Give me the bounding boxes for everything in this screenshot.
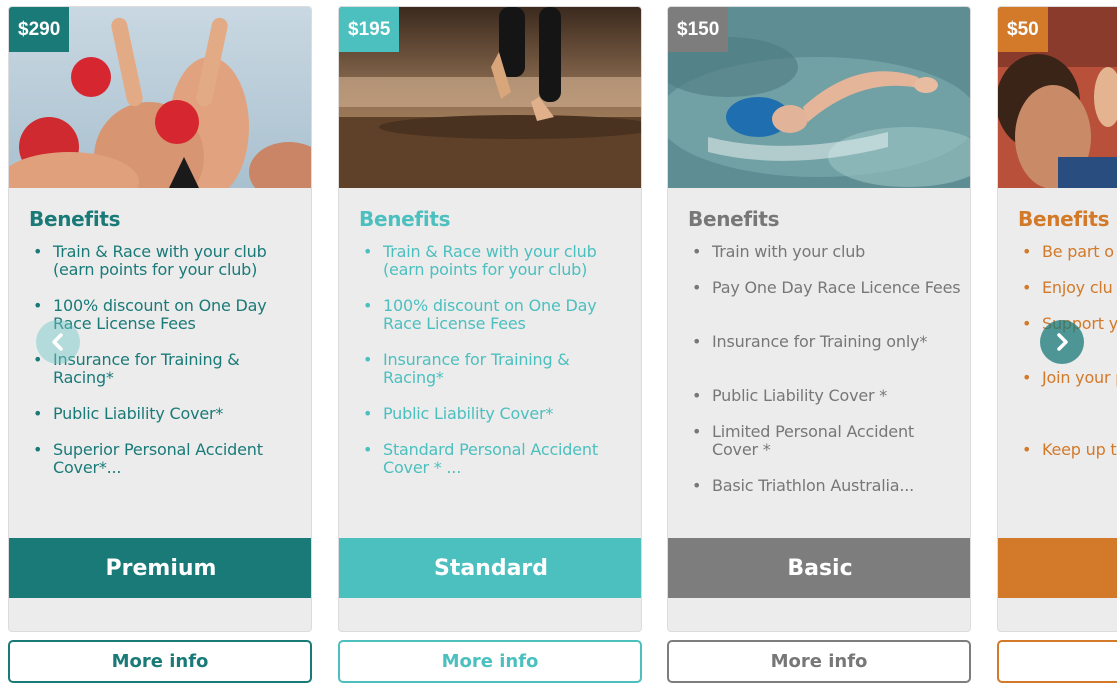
benefit-item: • Standard Personal Accident Cover * ... [363,440,598,477]
carousel-next-button[interactable] [1040,320,1084,364]
plan-panel: $195 Benefits • Train & Race with your cl… [338,6,642,632]
price-badge: $195 [339,7,400,52]
chevron-right-icon [1057,333,1068,351]
benefits-list: • Train & Race with your club (earn point… [359,243,634,495]
membership-carousel: $290 Benefits • Train & Race with your cl… [0,0,1117,683]
price-badge: $50 [998,7,1048,52]
benefit-item: • Insurance for Training only* [692,332,928,351]
benefits-heading: Benefits [1018,207,1110,231]
carousel-prev-button[interactable] [36,320,80,364]
plan-panel: $150 Benefits • Train with your club • Pay… [667,6,971,632]
benefit-item: • Train & Race with your club (earn point… [363,242,597,279]
benefit-item: • Public Liability Cover* [33,404,224,423]
more-info-button[interactable]: More info [8,640,312,683]
benefits-heading: Benefits [29,207,121,231]
plan-panel: $50 Benefits •Be part o •Enjoy clu •Supp… [997,6,1117,632]
benefit-item: • Insurance for Training & Racing* [363,350,570,387]
benefit-item: • Pay One Day Race Licence Fees [692,278,961,297]
benefit-item: • Be part o [1022,242,1114,261]
benefits-list: • Train & Race with your club (earn point… [29,243,304,495]
benefit-item: • Train with your club [692,242,866,261]
benefit-item: • Enjoy clu [1022,278,1113,297]
more-info-button[interactable]: More info [667,640,971,683]
benefit-item: • Basic Triathlon Australia... [692,476,915,495]
tier-label[interactable]: Standard [339,538,641,598]
plan-card-basic: $150 Benefits • Train with your club • Pay… [667,6,971,683]
more-info-button[interactable]: More info [338,640,642,683]
benefit-item: •Keep up things tri access to [1022,440,1117,459]
benefit-item: • Public Liability Cover * [692,386,888,405]
benefit-item: • Train & Race with your club (earn point… [33,242,267,279]
tier-label[interactable]: S [998,538,1117,598]
benefit-item: • Superior Personal Accident Cover*... [33,440,263,477]
tier-label[interactable]: Basic [668,538,970,598]
chevron-left-icon [52,333,63,351]
benefit-item: •Join your part of A triathlon [1022,368,1117,387]
benefits-heading: Benefits [359,207,451,231]
benefits-list: •Be part o •Enjoy clu •Support y trainin… [1018,243,1117,513]
benefit-item: • Public Liability Cover* [363,404,554,423]
plan-card-standard: $195 Benefits • Train & Race with your cl… [338,6,642,683]
price-badge: $150 [668,7,729,52]
benefit-item: • 100% discount on One Day Race License F… [363,296,597,333]
plan-panel: $290 Benefits • Train & Race with your cl… [8,6,312,632]
price-badge: $290 [9,7,70,52]
benefits-heading: Benefits [688,207,780,231]
benefit-item: • Limited Personal Accident Cover * [692,422,914,459]
more-info-button[interactable]: M [997,640,1117,683]
benefits-list: • Train with your club • Pay One Day Race … [688,243,963,513]
tier-label[interactable]: Premium [9,538,311,598]
